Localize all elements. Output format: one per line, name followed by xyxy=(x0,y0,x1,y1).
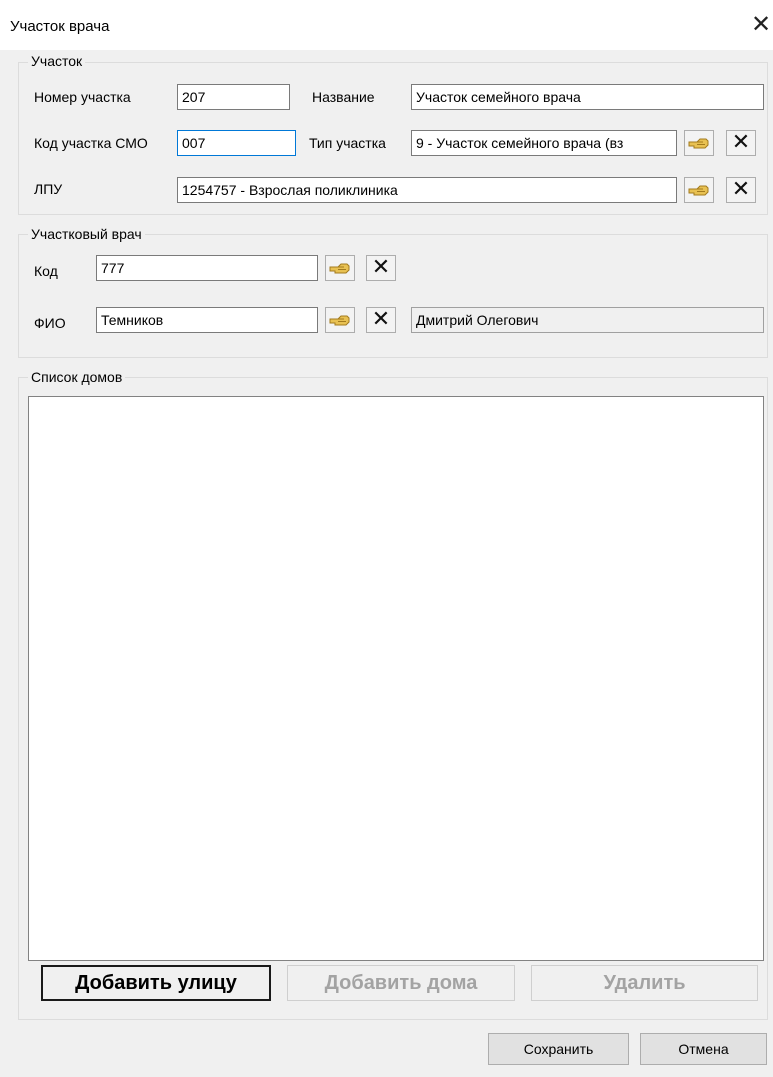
window-title: Участок врача xyxy=(10,18,110,35)
district-number-input[interactable]: 207 xyxy=(177,84,290,110)
doctor-given-names-field: Дмитрий Олегович xyxy=(411,307,764,333)
houses-list[interactable] xyxy=(28,396,764,961)
doctor-group xyxy=(18,234,768,358)
close-x-icon: ✕ xyxy=(371,307,391,332)
close-x-icon: ✕ xyxy=(371,255,391,280)
doctor-surname-input[interactable]: Темников xyxy=(96,307,318,333)
district-type-lookup-button[interactable] xyxy=(684,130,714,156)
doctor-fio-label: ФИО xyxy=(34,315,66,331)
district-number-label: Номер участка xyxy=(34,89,131,105)
doctor-fio-clear-button[interactable]: ✕ xyxy=(366,307,396,333)
lookup-hand-icon xyxy=(329,315,350,326)
doctor-code-lookup-button[interactable] xyxy=(325,255,355,281)
district-name-input[interactable]: Участок семейного врача xyxy=(411,84,764,110)
delete-button[interactable]: Удалить xyxy=(531,965,758,1001)
doctor-legend: Участковый врач xyxy=(28,226,145,242)
doctor-fio-lookup-button[interactable] xyxy=(325,307,355,333)
lookup-hand-icon xyxy=(688,185,709,196)
title-bar: Участок врача ✕ xyxy=(0,0,773,50)
lookup-hand-icon xyxy=(688,138,709,149)
doctor-code-clear-button[interactable]: ✕ xyxy=(366,255,396,281)
smo-code-input[interactable]: 007 xyxy=(177,130,296,156)
window-close-icon[interactable]: ✕ xyxy=(748,10,773,40)
district-name-label: Название xyxy=(312,89,375,105)
doctor-code-label: Код xyxy=(34,263,58,279)
cancel-button[interactable]: Отмена xyxy=(640,1033,767,1065)
close-x-icon: ✕ xyxy=(731,130,751,155)
district-type-input[interactable]: 9 - Участок семейного врача (вз xyxy=(411,130,677,156)
district-type-clear-button[interactable]: ✕ xyxy=(726,130,756,156)
lookup-hand-icon xyxy=(329,263,350,274)
district-type-label: Тип участка xyxy=(309,135,386,151)
smo-code-label: Код участка СМО xyxy=(34,135,148,151)
add-houses-button[interactable]: Добавить дома xyxy=(287,965,515,1001)
district-legend: Участок xyxy=(28,53,86,69)
close-x-icon: ✕ xyxy=(731,177,751,202)
houses-legend: Список домов xyxy=(28,369,126,385)
lpu-lookup-button[interactable] xyxy=(684,177,714,203)
lpu-clear-button[interactable]: ✕ xyxy=(726,177,756,203)
lpu-label: ЛПУ xyxy=(34,181,63,197)
doctor-code-input[interactable]: 777 xyxy=(96,255,318,281)
lpu-input[interactable]: 1254757 - Взрослая поликлиника xyxy=(177,177,677,203)
add-street-button[interactable]: Добавить улицу xyxy=(41,965,271,1001)
save-button[interactable]: Сохранить xyxy=(488,1033,629,1065)
